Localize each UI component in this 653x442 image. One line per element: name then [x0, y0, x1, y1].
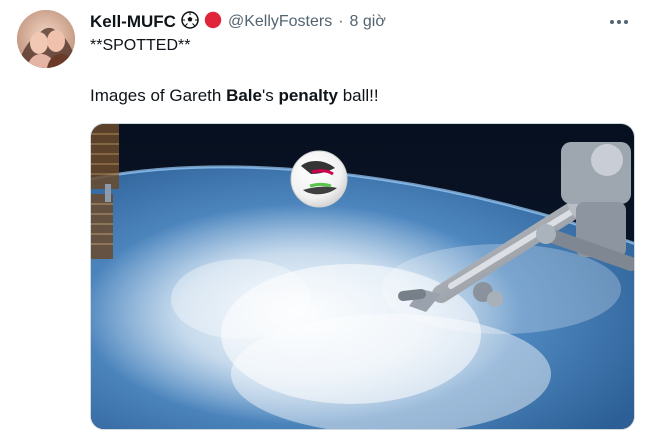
text-part-a: Images of Gareth [90, 86, 227, 105]
tweet-text-line-2: Images of Gareth Bale's penalty ball!! [90, 86, 379, 106]
username-handle[interactable]: @KellyFosters [228, 13, 332, 31]
display-name[interactable]: Kell-MUFC [90, 12, 176, 32]
soccer-ball-emoji [181, 10, 199, 34]
tweet-text-line-1: **SPOTTED** [90, 37, 191, 54]
text-part-bale: Bale [226, 86, 262, 105]
text-part-penalty: penalty [278, 86, 338, 105]
timestamp[interactable]: 8 giờ [350, 13, 386, 31]
text-part-e: ball!! [338, 86, 379, 105]
more-horizontal-icon[interactable] [607, 12, 631, 32]
tweet-media-image[interactable] [90, 123, 635, 430]
avatar[interactable] [17, 10, 75, 68]
separator-dot: · [338, 13, 344, 30]
text-part-c: 's [262, 86, 279, 105]
red-circle-emoji [204, 11, 222, 34]
tweet-header: Kell-MUFC @KellyFosters · 8 giờ [90, 10, 386, 34]
